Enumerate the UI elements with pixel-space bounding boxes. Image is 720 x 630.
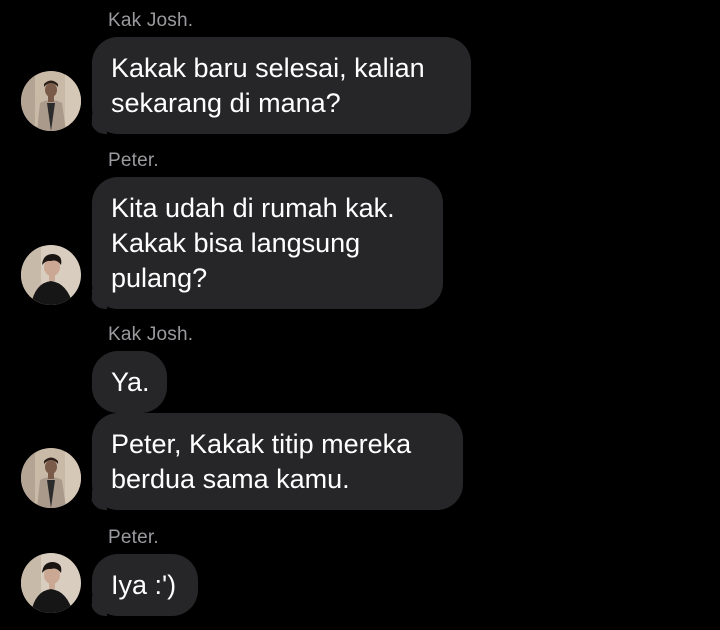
message-text-line: Kita udah di rumah kak. <box>111 193 395 223</box>
avatar-peter[interactable] <box>21 553 81 613</box>
person-icon <box>21 553 81 613</box>
sender-name: Kak Josh. <box>108 10 194 31</box>
bubble-tail <box>85 114 107 134</box>
person-icon <box>21 245 81 305</box>
avatar-kak-josh[interactable] <box>21 71 81 131</box>
message-bubble[interactable]: Kita udah di rumah kak. Kakak bisa langs… <box>85 177 443 309</box>
message-text-line: Kakak baru selesai, kalian <box>111 53 425 83</box>
message-text-line: Kakak bisa langsung <box>111 228 361 258</box>
message-text-line: Iya :') <box>111 570 177 600</box>
bubble-tail <box>85 596 107 616</box>
message-bubble[interactable]: Iya :') <box>85 554 198 616</box>
bubble-tail <box>85 289 107 309</box>
avatar-kak-josh[interactable] <box>21 448 81 508</box>
message-text-line: Ya. <box>111 367 150 397</box>
sender-name: Peter. <box>108 150 159 171</box>
message-text-line: Peter, Kakak titip mereka <box>111 429 412 459</box>
bubble-tail <box>85 490 107 510</box>
message-text-line: pulang? <box>111 263 208 293</box>
sender-name: Peter. <box>108 527 159 548</box>
message-bubble[interactable]: Ya. <box>92 351 167 413</box>
message-text-line: berdua sama kamu. <box>111 464 350 494</box>
person-icon <box>21 448 81 508</box>
message-text-line: sekarang di mana? <box>111 88 341 118</box>
message-bubble[interactable]: Kakak baru selesai, kalian sekarang di m… <box>85 37 471 134</box>
avatar-peter[interactable] <box>21 245 81 305</box>
sender-name: Kak Josh. <box>108 324 194 345</box>
person-icon <box>21 71 81 131</box>
message-bubble[interactable]: Peter, Kakak titip mereka berdua sama ka… <box>85 413 463 510</box>
